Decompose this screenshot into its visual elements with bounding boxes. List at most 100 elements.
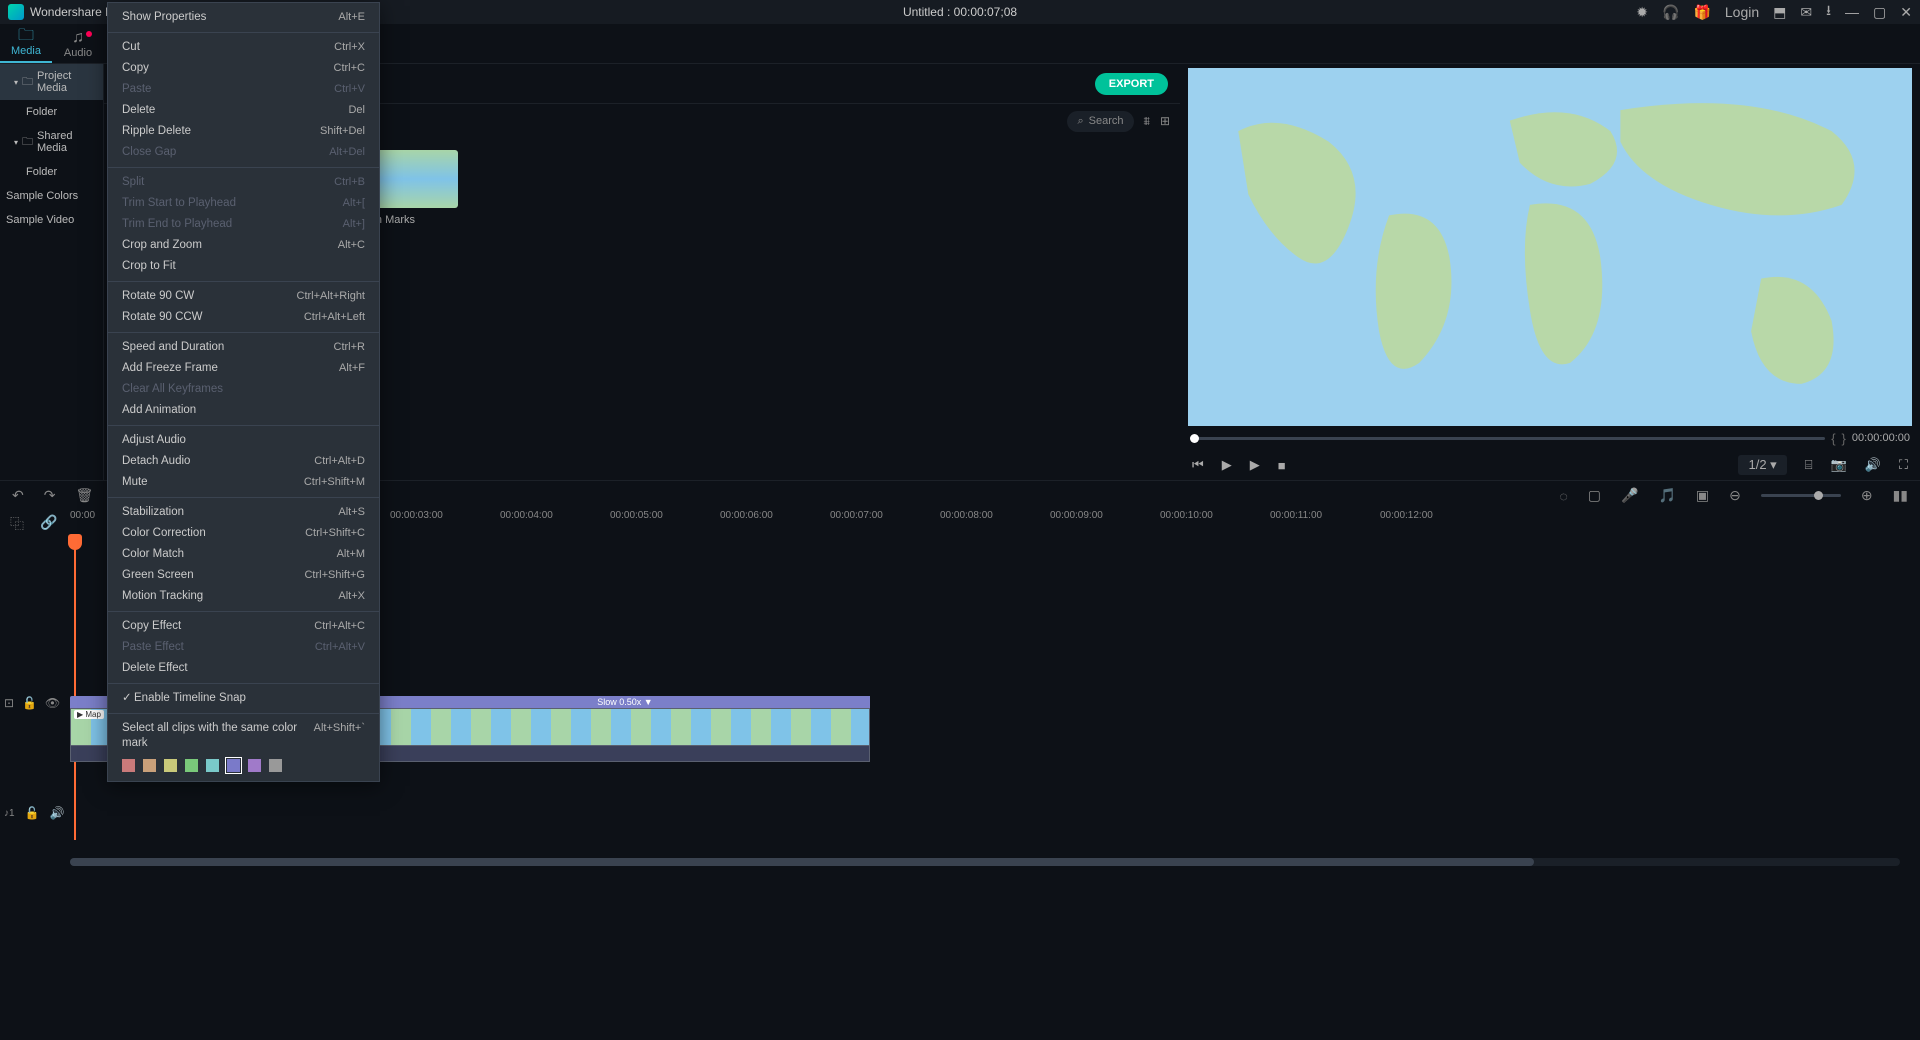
delete-icon[interactable]: 🗑 bbox=[75, 487, 93, 504]
ctx-crop-and-zoom[interactable]: Crop and ZoomAlt+C bbox=[108, 235, 379, 256]
link-icon[interactable]: 🔗 bbox=[40, 514, 57, 534]
color-swatch[interactable] bbox=[164, 759, 177, 772]
audio-mix-icon[interactable]: 🎵 bbox=[1658, 487, 1675, 504]
ctx-select-all-clips-with-the-same-color-mark[interactable]: Select all clips with the same color mar… bbox=[108, 718, 379, 754]
ctx-green-screen[interactable]: Green ScreenCtrl+Shift+G bbox=[108, 565, 379, 586]
mark-out-icon[interactable]: } bbox=[1842, 431, 1846, 446]
color-swatch[interactable] bbox=[185, 759, 198, 772]
zoom-out-icon[interactable]: ⊖ bbox=[1729, 487, 1741, 504]
ctx-rotate-90-cw[interactable]: Rotate 90 CWCtrl+Alt+Right bbox=[108, 286, 379, 307]
lock-icon[interactable]: 🔓 bbox=[22, 696, 37, 710]
headphones-icon[interactable]: 🎧 bbox=[1662, 4, 1679, 21]
undo-icon[interactable]: ↶ bbox=[12, 487, 24, 504]
search-input[interactable]: ⌕Search bbox=[1067, 111, 1133, 132]
clip-speed-label[interactable]: Slow 0.50x ▼ bbox=[380, 696, 870, 708]
video-track-controls: ⊡ 🔓 👁 bbox=[4, 696, 60, 710]
ctx-mute[interactable]: MuteCtrl+Shift+M bbox=[108, 472, 379, 493]
ctx-adjust-audio[interactable]: Adjust Audio bbox=[108, 430, 379, 451]
ctx-stabilization[interactable]: StabilizationAlt+S bbox=[108, 502, 379, 523]
copy-icon[interactable]: ⿻ bbox=[10, 514, 24, 534]
lightbulb-icon[interactable]: ✹ bbox=[1636, 4, 1648, 21]
notification-dot-icon bbox=[86, 31, 92, 37]
zoom-slider[interactable] bbox=[1761, 494, 1841, 497]
playhead[interactable] bbox=[74, 540, 76, 840]
sidebar-item-sample-video[interactable]: Sample Video bbox=[0, 208, 103, 232]
color-swatch[interactable] bbox=[206, 759, 219, 772]
preview-viewport[interactable] bbox=[1188, 68, 1912, 426]
gift-icon[interactable]: 🎁 bbox=[1693, 4, 1710, 21]
export-button[interactable]: EXPORT bbox=[1095, 73, 1168, 95]
crop-icon[interactable]: ▣ bbox=[1696, 487, 1709, 504]
tab-audio[interactable]: ♫ Audio bbox=[52, 29, 104, 63]
sidebar-item-folder[interactable]: Folder bbox=[0, 100, 103, 124]
speaker-icon[interactable]: 🔊 bbox=[50, 806, 65, 820]
display-icon[interactable]: ⌸ bbox=[1805, 457, 1813, 473]
download-icon[interactable]: ⭳ bbox=[1826, 0, 1831, 24]
ctx-rotate-90-ccw[interactable]: Rotate 90 CCWCtrl+Alt+Left bbox=[108, 307, 379, 328]
zoom-ratio-select[interactable]: 1/2 ▾ bbox=[1738, 455, 1786, 475]
ctx-copy-effect[interactable]: Copy EffectCtrl+Alt+C bbox=[108, 616, 379, 637]
minimize-icon[interactable]: — bbox=[1845, 4, 1859, 20]
render-icon[interactable]: ◌ bbox=[1559, 488, 1567, 504]
ctx-color-swatches bbox=[108, 754, 379, 777]
redo-icon[interactable]: ↷ bbox=[44, 487, 56, 504]
ctx-delete[interactable]: DeleteDel bbox=[108, 100, 379, 121]
sidebar-item-shared-media[interactable]: ▾🗀Shared Media bbox=[0, 124, 103, 160]
voiceover-icon[interactable]: 🎤 bbox=[1621, 487, 1638, 504]
ctx-clear-all-keyframes: Clear All Keyframes bbox=[108, 379, 379, 400]
folder-icon: 🗀 bbox=[22, 133, 33, 152]
ctx-color-match[interactable]: Color MatchAlt+M bbox=[108, 544, 379, 565]
ctx-add-animation[interactable]: Add Animation bbox=[108, 400, 379, 421]
sidebar-item-folder-2[interactable]: Folder bbox=[0, 160, 103, 184]
snapshot-icon[interactable]: 📷 bbox=[1831, 457, 1847, 473]
color-swatch[interactable] bbox=[227, 759, 240, 772]
ctx-close-gap: Close GapAlt+Del bbox=[108, 142, 379, 163]
color-swatch[interactable] bbox=[248, 759, 261, 772]
ctx-motion-tracking[interactable]: Motion TrackingAlt+X bbox=[108, 586, 379, 607]
sidebar-item-project-media[interactable]: ▾🗀Project Media bbox=[0, 64, 103, 100]
next-frame-icon[interactable]: ▶ bbox=[1250, 457, 1260, 473]
ctx-enable-timeline-snap[interactable]: ✓Enable Timeline Snap bbox=[108, 688, 379, 709]
ctx-detach-audio[interactable]: Detach AudioCtrl+Alt+D bbox=[108, 451, 379, 472]
playhead-handle-icon[interactable] bbox=[68, 534, 82, 550]
context-menu: Show PropertiesAlt+ECutCtrl+XCopyCtrl+CP… bbox=[107, 2, 380, 782]
zoom-in-icon[interactable]: ⊕ bbox=[1861, 487, 1873, 504]
filter-icon[interactable]: ⩩ bbox=[1144, 114, 1150, 129]
volume-icon[interactable]: 🔊 bbox=[1865, 457, 1881, 473]
play-icon[interactable]: ▶ bbox=[1222, 457, 1232, 473]
stop-icon[interactable]: ■ bbox=[1278, 458, 1286, 473]
color-swatch[interactable] bbox=[269, 759, 282, 772]
scrub-handle-icon[interactable] bbox=[1190, 434, 1199, 443]
sidebar-item-sample-colors[interactable]: Sample Colors bbox=[0, 184, 103, 208]
color-swatch[interactable] bbox=[143, 759, 156, 772]
zoom-fit-icon[interactable]: ▮▮ bbox=[1893, 487, 1908, 504]
save-icon[interactable]: ⬒ bbox=[1773, 4, 1786, 21]
track-toggle-icon[interactable]: ⊡ bbox=[4, 696, 14, 710]
ctx-add-freeze-frame[interactable]: Add Freeze FrameAlt+F bbox=[108, 358, 379, 379]
ctx-cut[interactable]: CutCtrl+X bbox=[108, 37, 379, 58]
close-icon[interactable]: ✕ bbox=[1900, 4, 1912, 21]
prev-frame-icon[interactable]: ⏮ bbox=[1192, 457, 1204, 473]
ctx-copy[interactable]: CopyCtrl+C bbox=[108, 58, 379, 79]
ctx-color-correction[interactable]: Color CorrectionCtrl+Shift+C bbox=[108, 523, 379, 544]
color-swatch[interactable] bbox=[122, 759, 135, 772]
ctx-speed-and-duration[interactable]: Speed and DurationCtrl+R bbox=[108, 337, 379, 358]
ctx-ripple-delete[interactable]: Ripple DeleteShift+Del bbox=[108, 121, 379, 142]
eye-icon[interactable]: 👁 bbox=[45, 696, 60, 710]
login-button[interactable]: Login bbox=[1725, 4, 1759, 20]
mark-in-icon[interactable]: { bbox=[1831, 431, 1835, 446]
grid-view-icon[interactable]: ⊞ bbox=[1160, 114, 1170, 128]
fullscreen-icon[interactable]: ⛶ bbox=[1899, 457, 1908, 473]
zoom-knob-icon[interactable] bbox=[1814, 491, 1823, 500]
lock-icon[interactable]: 🔓 bbox=[25, 806, 40, 820]
timeline-scrollbar[interactable] bbox=[70, 858, 1900, 866]
marker-icon[interactable]: ▢ bbox=[1588, 487, 1601, 504]
maximize-icon[interactable]: ▢ bbox=[1873, 4, 1886, 21]
tab-media[interactable]: 🗀 Media bbox=[0, 27, 52, 63]
clip-name-tag: ▶ Map bbox=[74, 710, 104, 719]
mail-icon[interactable]: ✉ bbox=[1800, 4, 1812, 21]
ctx-delete-effect[interactable]: Delete Effect bbox=[108, 658, 379, 679]
ctx-show-properties[interactable]: Show PropertiesAlt+E bbox=[108, 7, 379, 28]
scrub-bar[interactable] bbox=[1190, 437, 1825, 440]
ctx-crop-to-fit[interactable]: Crop to Fit bbox=[108, 256, 379, 277]
